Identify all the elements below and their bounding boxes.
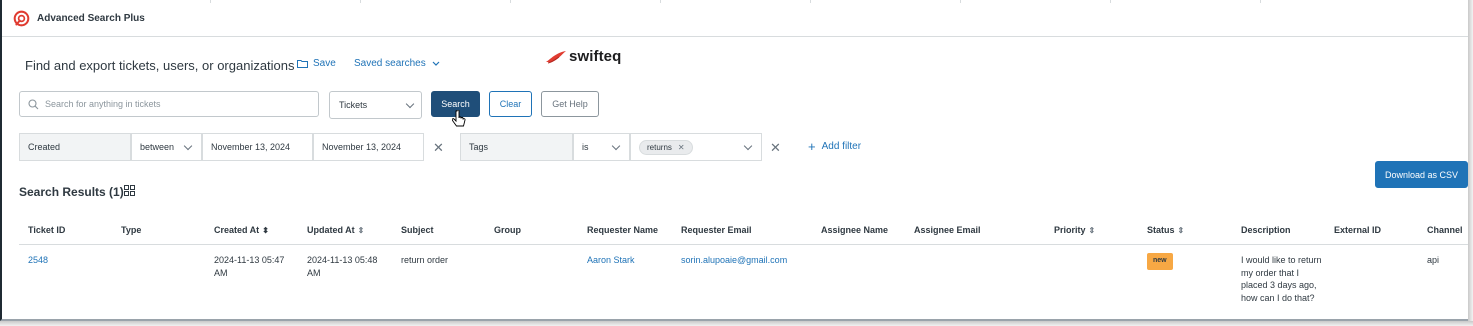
column-header-group[interactable]: Group	[494, 225, 521, 235]
column-header-label: Created At	[214, 225, 260, 235]
date-from-value: November 13, 2024	[211, 142, 291, 152]
tab-divider	[660, 0, 661, 3]
top-bar: Advanced Search Plus	[2, 0, 1468, 37]
tab-divider	[510, 0, 511, 3]
sort-icon: ⇕	[1177, 225, 1185, 235]
folder-icon	[297, 60, 308, 68]
chevron-down-icon	[432, 61, 440, 66]
sort-icon: ⇕	[1088, 225, 1096, 235]
column-header-requester-email[interactable]: Requester Email	[681, 225, 752, 235]
app-title: Advanced Search Plus	[37, 13, 145, 24]
object-type-select[interactable]: Tickets	[329, 91, 422, 119]
window-shadow	[1468, 0, 1473, 326]
column-header-description[interactable]: Description	[1241, 225, 1291, 235]
channel-cell: api	[1427, 255, 1440, 265]
filter-operator-label: between	[140, 142, 175, 152]
tag-multiselect[interactable]: returns ✕	[630, 133, 762, 161]
date-to-input[interactable]: November 13, 2024	[313, 133, 424, 161]
chevron-down-icon	[183, 141, 193, 150]
filter-operator-between[interactable]: between	[131, 133, 202, 161]
app-logo-icon	[13, 10, 30, 27]
clear-button[interactable]: Clear	[489, 91, 532, 117]
save-label: Save	[313, 58, 336, 69]
created-at-cell: 2024-11-13 05:47 AM	[214, 255, 285, 278]
brand-name: swifteq	[569, 48, 622, 65]
column-header-external-id[interactable]: External ID	[1334, 225, 1381, 235]
add-filter-button[interactable]: + Add filter	[808, 138, 862, 154]
requester-email-link[interactable]: sorin.alupoaie@gmail.com	[681, 254, 787, 267]
remove-filter-close-icon[interactable]: ✕	[433, 140, 444, 156]
column-header-priority[interactable]: Priority ⇕	[1054, 225, 1095, 235]
saved-searches-dropdown[interactable]: Saved searches	[354, 58, 440, 69]
tab-divider	[1110, 0, 1111, 3]
tab-divider	[1260, 0, 1261, 3]
get-help-button[interactable]: Get Help	[541, 91, 599, 117]
subject-cell: return order	[401, 255, 449, 265]
window-shadow	[0, 321, 1473, 326]
search-icon	[28, 98, 39, 109]
tag-chip: returns ✕	[639, 139, 693, 155]
tab-divider	[810, 0, 811, 3]
plus-icon: +	[808, 138, 816, 154]
app-window: Advanced Search Plus Find and export tic…	[0, 0, 1468, 321]
search-input[interactable]	[43, 98, 307, 110]
column-header-status[interactable]: Status ⇕	[1147, 225, 1184, 235]
column-header-updated-at[interactable]: Updated At ⇕	[307, 225, 364, 235]
chevron-down-icon	[611, 141, 621, 150]
filter-operator-label: is	[582, 142, 589, 152]
remove-filter-close-icon[interactable]: ✕	[770, 140, 781, 156]
requester-name-link[interactable]: Aaron Stark	[587, 254, 635, 267]
page-title: Find and export tickets, users, or organ…	[25, 58, 295, 73]
column-header-label: Updated At	[307, 225, 355, 235]
add-filter-label: Add filter	[821, 141, 862, 152]
tab-divider	[960, 0, 961, 3]
date-from-input[interactable]: November 13, 2024	[202, 133, 313, 161]
column-header-channel[interactable]: Channel	[1427, 225, 1463, 235]
chevron-down-icon	[743, 141, 753, 150]
tab-divider	[210, 0, 211, 3]
status-badge: new	[1147, 253, 1173, 270]
saved-searches-label: Saved searches	[354, 58, 426, 69]
ticket-id-link[interactable]: 2548	[28, 254, 48, 267]
column-header-label: Status	[1147, 225, 1175, 235]
filter-field-label: Created	[28, 142, 61, 152]
swifteq-brand: swifteq	[545, 48, 621, 65]
sort-desc-icon: ⬍	[262, 225, 269, 235]
tab-divider	[360, 0, 361, 3]
column-header-subject[interactable]: Subject	[401, 225, 434, 235]
updated-at-cell: 2024-11-13 05:48 AM	[307, 255, 378, 278]
column-header-type[interactable]: Type	[121, 225, 141, 235]
download-csv-button[interactable]: Download as CSV	[1375, 161, 1468, 188]
column-header-ticket-id[interactable]: Ticket ID	[28, 225, 65, 235]
object-type-value: Tickets	[339, 100, 368, 110]
column-header-label: Priority	[1054, 225, 1086, 235]
chevron-down-icon	[405, 99, 415, 108]
filter-operator-is[interactable]: is	[573, 133, 630, 161]
status-cell: new	[1147, 253, 1173, 270]
filter-field-label: Tags	[469, 142, 489, 152]
column-header-assignee-name[interactable]: Assignee Name	[821, 225, 888, 235]
description-cell: I would like to return my order that I p…	[1241, 255, 1322, 303]
column-header-created-at[interactable]: Created At ⬍	[214, 225, 269, 235]
column-header-assignee-email[interactable]: Assignee Email	[914, 225, 981, 235]
results-title: Search Results (1)	[19, 185, 124, 199]
date-to-value: November 13, 2024	[322, 142, 402, 152]
swifteq-logo-icon	[546, 50, 566, 63]
tag-chip-label: returns	[647, 142, 672, 152]
filter-field-created[interactable]: Created	[19, 133, 131, 161]
sort-icon: ⇕	[357, 225, 365, 235]
tag-remove-close-icon[interactable]: ✕	[678, 143, 685, 152]
search-box	[19, 91, 319, 117]
grid-icon[interactable]	[124, 185, 135, 196]
cursor-icon	[452, 110, 466, 127]
header-divider	[19, 244, 1468, 245]
filter-field-tags[interactable]: Tags	[460, 133, 573, 161]
save-search-button[interactable]: Save	[297, 58, 336, 69]
column-header-requester-name[interactable]: Requester Name	[587, 225, 658, 235]
